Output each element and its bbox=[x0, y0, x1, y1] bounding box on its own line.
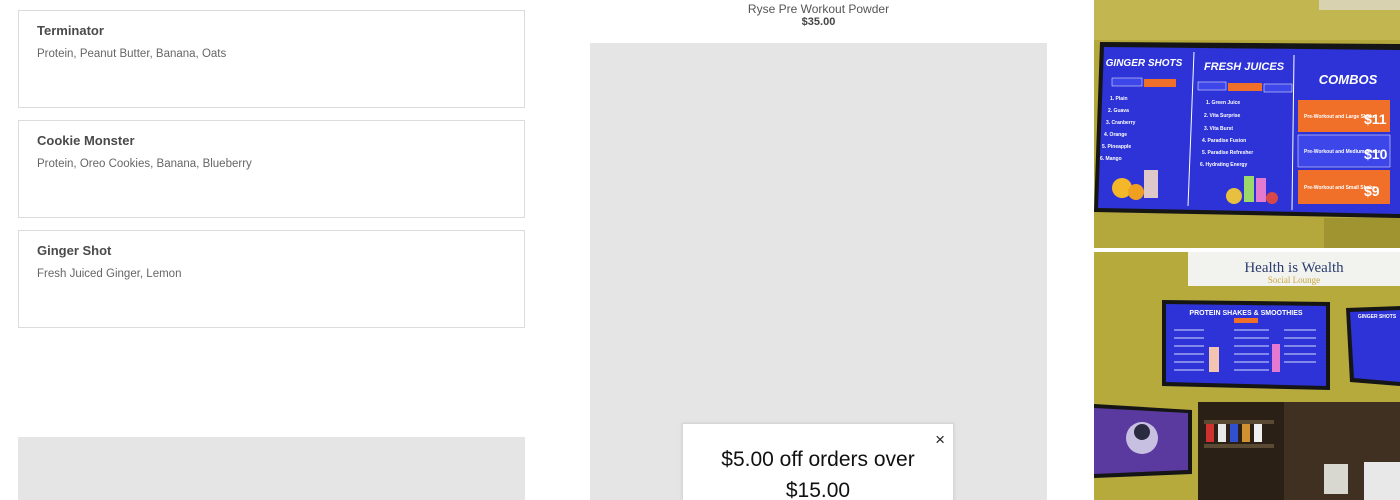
menu-item-name: Ginger Shot bbox=[37, 243, 112, 258]
store-sign-subtitle: Social Lounge bbox=[1268, 275, 1320, 285]
board-list-item: 4. Orange bbox=[1104, 132, 1127, 138]
board-list-item: 6. Mango bbox=[1100, 156, 1122, 162]
menu-item-card[interactable]: Terminator Protein, Peanut Butter, Banan… bbox=[18, 10, 525, 108]
board-list-item: 5. Pineapple bbox=[1102, 144, 1131, 150]
product-name[interactable]: Ryse Pre Workout Powder bbox=[590, 2, 1047, 16]
board-list-item: 6. Hydrating Energy bbox=[1200, 162, 1247, 168]
side-board-title: GINGER SHOTS bbox=[1358, 314, 1397, 320]
board-list-item: 5. Paradise Refresher bbox=[1202, 150, 1253, 156]
promo-popup: × $5.00 off orders over $15.00 bbox=[682, 423, 954, 500]
menu-item-name: Cookie Monster bbox=[37, 133, 135, 148]
board-list-item: 3. Vita Burst bbox=[1204, 126, 1233, 132]
combo-price: $11 bbox=[1364, 111, 1387, 127]
board-list-item: 4. Paradise Fusion bbox=[1202, 138, 1246, 144]
menu-item-card[interactable]: Cookie Monster Protein, Oreo Cookies, Ba… bbox=[18, 120, 525, 218]
board-title: PROTEIN SHAKES & SMOOTHIES bbox=[1189, 310, 1303, 317]
board-section-title: FRESH JUICES bbox=[1204, 61, 1285, 73]
board-list-item: 2. Vita Surprise bbox=[1204, 113, 1241, 119]
board-list-item: 2. Guava bbox=[1108, 108, 1129, 114]
product-price: $35.00 bbox=[801, 16, 836, 28]
menu-item-ingredients: Protein, Peanut Butter, Banana, Oats bbox=[37, 48, 227, 60]
close-icon[interactable]: × bbox=[935, 430, 945, 450]
menu-item-name: Terminator bbox=[37, 23, 104, 38]
board-section-title: COMBOS bbox=[1319, 72, 1378, 87]
board-list-item: 1. Plain bbox=[1110, 96, 1128, 102]
menu-board-photo: GINGER SHOTS FRESH JUICES COMBOS 1. Plai… bbox=[1094, 0, 1400, 248]
board-section-title: GINGER SHOTS bbox=[1106, 58, 1183, 69]
combo-price: $10 bbox=[1364, 146, 1388, 162]
menu-item-ingredients: Fresh Juiced Ginger, Lemon bbox=[37, 268, 182, 280]
board-list-item: 3. Cranberry bbox=[1106, 120, 1136, 126]
promo-headline: $5.00 off orders over $15.00 bbox=[721, 448, 915, 500]
store-photo: Health is Wealth Social Lounge PROTEIN S… bbox=[1094, 252, 1400, 500]
board-list-item: 1. Green Juice bbox=[1206, 100, 1240, 106]
combo-price: $9 bbox=[1364, 183, 1380, 199]
menu-item-card[interactable]: Ginger Shot Fresh Juiced Ginger, Lemon bbox=[18, 230, 525, 328]
image-placeholder bbox=[18, 437, 525, 500]
store-sign-title: Health is Wealth bbox=[1244, 260, 1344, 276]
menu-item-ingredients: Protein, Oreo Cookies, Banana, Blueberry bbox=[37, 158, 252, 170]
